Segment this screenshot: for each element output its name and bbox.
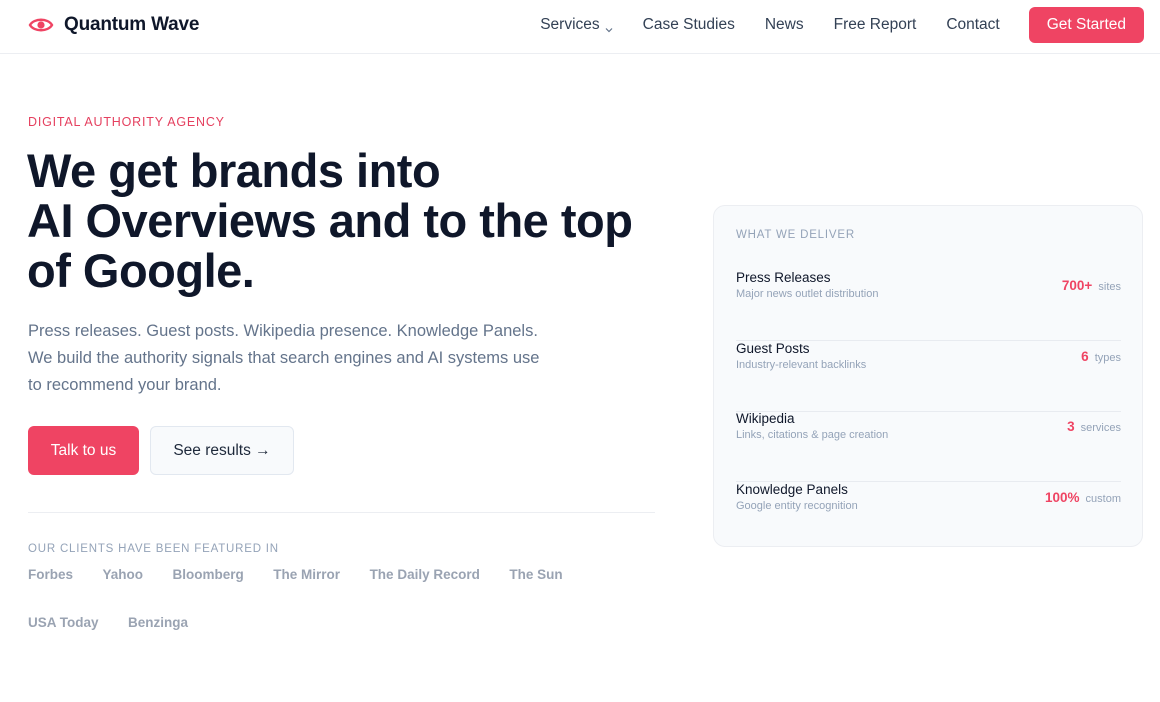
headline-line-3: of Google. <box>27 244 255 297</box>
featured-logo: The Mirror <box>273 567 341 582</box>
row-subtitle: Google entity recognition <box>736 500 858 512</box>
row-stat-unit: services <box>1080 422 1121 434</box>
deliver-row-press-releases: Press Releases Major news outlet distrib… <box>736 270 1121 341</box>
get-started-button[interactable]: Get Started <box>1028 7 1144 43</box>
headline-line-1: We get brands into <box>27 144 441 197</box>
talk-to-us-button[interactable]: Talk to us <box>28 426 139 475</box>
hero-description: Press releases. Guest posts. Wikipedia p… <box>28 322 540 394</box>
nav-contact[interactable]: Contact <box>946 16 999 34</box>
chevron-down-icon <box>605 21 613 33</box>
site-header: Quantum Wave Services Case Studies News … <box>0 0 1160 54</box>
featured-logo: Forbes <box>28 567 74 582</box>
row-stat-unit: sites <box>1098 281 1121 293</box>
row-stat-value: 700+ <box>1061 278 1093 293</box>
row-stat: 100% custom <box>1045 490 1121 505</box>
featured-in-label: OUR CLIENTS HAVE BEEN FEATURED IN <box>28 543 279 555</box>
row-subtitle: Industry-relevant backlinks <box>736 359 867 371</box>
nav-services-label: Services <box>540 16 600 33</box>
nav-free-report[interactable]: Free Report <box>834 16 917 34</box>
row-stat-unit: types <box>1094 352 1121 364</box>
featured-logo: Yahoo <box>102 567 144 582</box>
main-nav: Services Case Studies News Free Report C… <box>510 7 1144 43</box>
row-subtitle: Major news outlet distribution <box>736 288 879 300</box>
row-stat-value: 100% <box>1044 490 1080 505</box>
featured-logo: The Daily Record <box>369 567 480 582</box>
deliver-row-guest-posts: Guest Posts Industry-relevant backlinks … <box>736 341 1121 412</box>
what-we-deliver-card: WHAT WE DELIVER Press Releases Major new… <box>713 205 1143 547</box>
section-divider <box>28 512 655 513</box>
row-subtitle: Links, citations & page creation <box>736 429 889 441</box>
row-stat: 700+ sites <box>1062 278 1121 293</box>
row-title: Knowledge Panels <box>736 482 848 497</box>
featured-logo: Benzinga <box>128 615 189 630</box>
featured-logo: The Sun <box>509 567 563 582</box>
row-stat: 3 services <box>1067 419 1121 434</box>
featured-logos: Forbes Yahoo Bloomberg The Mirror The Da… <box>28 566 628 632</box>
row-stat: 6 types <box>1081 349 1121 364</box>
headline-line-2: AI Overviews and to the top <box>27 194 633 247</box>
card-title: WHAT WE DELIVER <box>736 229 855 241</box>
deliver-row-knowledge-panels: Knowledge Panels Google entity recogniti… <box>736 482 1121 553</box>
row-stat-value: 6 <box>1081 349 1089 364</box>
see-results-button[interactable]: See results → <box>150 426 294 475</box>
row-title: Wikipedia <box>736 411 795 426</box>
nav-news[interactable]: News <box>765 16 804 34</box>
hero-headline: We get brands into AI Overviews and to t… <box>27 146 667 296</box>
logo-link[interactable]: Quantum Wave <box>28 12 199 38</box>
row-stat-value: 3 <box>1067 419 1075 434</box>
eye-icon <box>28 12 54 38</box>
featured-logo: USA Today <box>28 615 99 630</box>
nav-case-studies[interactable]: Case Studies <box>643 16 735 34</box>
hero-eyebrow: DIGITAL AUTHORITY AGENCY <box>28 115 225 129</box>
brand-name: Quantum Wave <box>64 14 200 35</box>
row-title: Guest Posts <box>736 341 810 356</box>
row-stat-unit: custom <box>1085 493 1121 505</box>
featured-logo: Bloomberg <box>172 567 244 582</box>
nav-services[interactable]: Services <box>540 16 613 34</box>
deliver-row-wikipedia: Wikipedia Links, citations & page creati… <box>736 411 1121 482</box>
row-title: Press Releases <box>736 270 831 285</box>
